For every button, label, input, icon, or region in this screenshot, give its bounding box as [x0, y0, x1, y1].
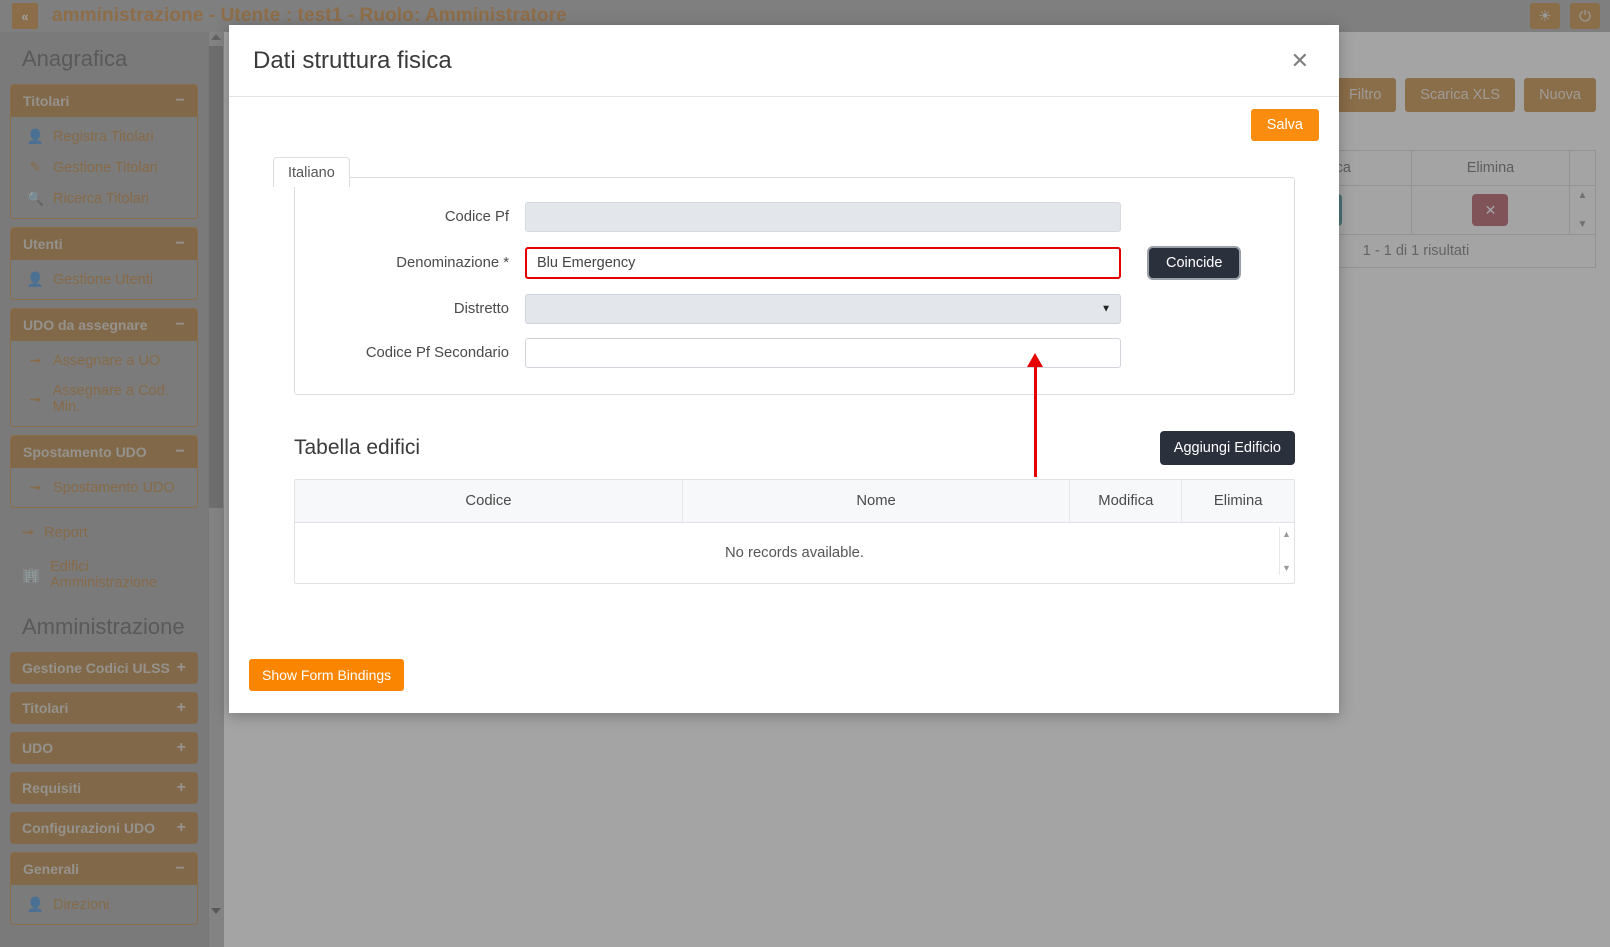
form-row-distretto: Distretto ▼: [295, 294, 1272, 324]
form-row-codice-pf: Codice Pf: [295, 202, 1272, 232]
aggiungi-edificio-button[interactable]: Aggiungi Edificio: [1160, 431, 1295, 465]
label-codice-pf-secondario: Codice Pf Secondario: [295, 345, 525, 361]
form-row-codice-pf-secondario: Codice Pf Secondario: [295, 338, 1272, 368]
codice-pf-input[interactable]: [525, 202, 1121, 232]
close-x-icon[interactable]: ✕: [1285, 46, 1315, 76]
label-denominazione: Denominazione *: [295, 255, 525, 271]
tab-italiano[interactable]: Italiano: [273, 157, 350, 187]
edifici-table-scrollbar[interactable]: ▲ ▼: [1279, 527, 1293, 575]
tabella-edifici-header: Tabella edifici Aggiungi Edificio: [294, 431, 1295, 465]
modal-title: Dati struttura fisica: [253, 47, 452, 75]
table-empty-row: No records available.: [295, 523, 1294, 584]
distretto-select-wrap: ▼: [525, 294, 1121, 324]
save-button[interactable]: Salva: [1251, 109, 1319, 141]
edifici-table: Codice Nome Modifica Elimina No records …: [295, 480, 1294, 583]
column-header-modifica: Modifica: [1070, 480, 1182, 523]
scroll-up-icon[interactable]: ▲: [1282, 529, 1291, 539]
label-distretto: Distretto: [295, 301, 525, 317]
label-codice-pf: Codice Pf: [295, 209, 525, 225]
scroll-down-icon[interactable]: ▼: [1282, 563, 1291, 573]
denominazione-input[interactable]: [525, 247, 1121, 279]
tabella-edifici-title: Tabella edifici: [294, 436, 420, 460]
no-records-message: No records available.: [295, 523, 1294, 584]
coincide-button[interactable]: Coincide: [1147, 246, 1241, 280]
edifici-table-wrapper: Codice Nome Modifica Elimina No records …: [294, 479, 1295, 584]
show-form-bindings-button[interactable]: Show Form Bindings: [249, 659, 404, 691]
dati-struttura-fisica-modal: Dati struttura fisica ✕ Salva Italiano C…: [229, 25, 1339, 713]
column-header-elimina: Elimina: [1182, 480, 1294, 523]
distretto-select[interactable]: [525, 294, 1121, 324]
column-header-codice[interactable]: Codice: [295, 480, 682, 523]
modal-body: Salva Italiano Codice Pf Denominazione *…: [229, 97, 1339, 713]
struttura-form-panel: Italiano Codice Pf Denominazione * Coinc…: [294, 177, 1295, 395]
codice-pf-secondario-input[interactable]: [525, 338, 1121, 368]
form-row-denominazione: Denominazione * Coincide: [295, 246, 1272, 280]
tabella-edifici-section: Tabella edifici Aggiungi Edificio Codice…: [294, 431, 1295, 584]
table-header-row: Codice Nome Modifica Elimina: [295, 480, 1294, 523]
modal-header: Dati struttura fisica ✕: [229, 25, 1339, 97]
column-header-nome[interactable]: Nome: [682, 480, 1069, 523]
show-form-bindings-row: Show Form Bindings: [249, 659, 404, 691]
save-row: Salva: [249, 97, 1319, 147]
